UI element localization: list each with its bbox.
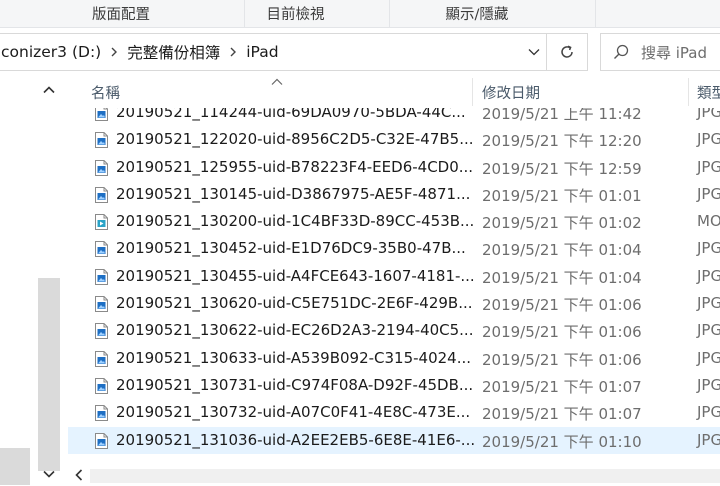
file-type: JPG [697,294,720,313]
ribbon-group-label: 顯示/隱藏 [445,7,509,23]
image-file-icon [95,405,108,422]
column-name[interactable]: 名稱 [91,76,471,108]
file-type: JPG [697,266,720,285]
image-file-icon [95,268,108,285]
ribbon-group-label: 目前檢視 [266,7,325,23]
image-file-icon [95,159,108,176]
file-row[interactable]: 20190521_130200-uid-1C4BF33D-89CC-453B..… [68,208,720,235]
file-modified-date: 2019/5/21 下午 01:06 [482,350,642,369]
column-date[interactable]: 修改日期 [482,76,682,108]
image-file-icon [95,432,108,449]
file-list[interactable]: 20190521_114244-uid-69DA0970-5BDA-44C...… [68,76,720,485]
file-type: JPG [697,130,720,149]
scroll-down-icon[interactable] [38,463,60,485]
file-row[interactable]: 20190521_125955-uid-B78223F4-EED6-4CD0..… [68,154,720,181]
image-file-icon [95,241,108,258]
breadcrumb-folder[interactable]: 完整備份相簿 [125,41,222,63]
search-input[interactable]: 搜尋 iPad [641,42,707,63]
address-dropdown-icon[interactable] [522,48,546,56]
file-type: JPG [697,430,720,449]
breadcrumb-chevron-icon[interactable] [103,47,125,57]
file-type: JPG [697,321,720,340]
file-type: JPG [697,403,720,422]
address-bar[interactable]: conizer3 (D:) 完整備份相簿 iPad [0,33,547,71]
scroll-left-icon[interactable] [68,464,90,486]
nav-scrollbar-thumb[interactable] [38,278,60,471]
file-name: 20190521_130731-uid-C974F08A-D92F-45DB..… [116,375,474,394]
ribbon-group-label: 版面配置 [92,7,150,23]
column-date-label: 修改日期 [482,85,540,102]
file-row[interactable]: 20190521_130633-uid-A539B092-C315-4024..… [68,345,720,372]
address-row: conizer3 (D:) 完整備份相簿 iPad 搜尋 iPad [0,28,720,76]
file-type: JPG [697,239,720,258]
ribbon-group-show-hide[interactable]: 顯示/隱藏 [389,0,596,27]
column-divider[interactable] [472,78,473,106]
ribbon-group-current-view[interactable]: 目前檢視 [244,0,390,27]
horizontal-scrollbar[interactable] [68,466,720,485]
file-name: 20190521_130145-uid-D3867975-AE5F-4871..… [116,184,471,203]
ribbon-group-layout[interactable]: 版面配置 [0,0,245,27]
file-name: 20190521_130200-uid-1C4BF33D-89CC-453B..… [116,212,475,231]
file-modified-date: 2019/5/21 下午 12:59 [482,159,642,178]
file-row[interactable]: 20190521_130622-uid-EC26D2A3-2194-40C5..… [68,317,720,344]
file-name: 20190521_130620-uid-C5E751DC-2E6F-429B..… [116,294,473,313]
file-name: 20190521_130622-uid-EC26D2A3-2194-40C5..… [116,321,474,340]
refresh-icon [561,45,573,58]
search-box[interactable]: 搜尋 iPad [600,33,720,71]
file-type: JPG [697,157,720,176]
file-row[interactable]: 20190521_131036-uid-A2EE2EB5-6E8E-41E6-.… [68,426,720,454]
file-modified-date: 2019/5/21 下午 01:04 [482,241,642,260]
file-row[interactable]: 20190521_130731-uid-C974F08A-D92F-45DB..… [68,372,720,399]
video-file-icon [95,214,108,231]
file-row[interactable]: 20190521_130145-uid-D3867975-AE5F-4871..… [68,181,720,208]
file-modified-date: 2019/5/21 下午 01:06 [482,296,642,315]
file-modified-date: 2019/5/21 下午 01:07 [482,377,642,396]
file-name: 20190521_125955-uid-B78223F4-EED6-4CD0..… [116,157,474,176]
file-row[interactable]: 20190521_122020-uid-8956C2D5-C32E-47B5..… [68,126,720,153]
file-modified-date: 2019/5/21 下午 01:01 [482,186,642,205]
image-file-icon [95,296,108,313]
column-type-label: 類型 [697,85,720,102]
image-file-icon [95,377,108,394]
file-type: JPG [697,348,720,367]
column-name-label: 名稱 [91,85,120,102]
ribbon-group-options[interactable] [595,0,720,27]
file-row[interactable]: 20190521_130452-uid-E1D76DC9-35B0-47B...… [68,235,720,262]
column-type[interactable]: 類型 [697,76,720,108]
file-type: MO [697,212,720,231]
file-name: 20190521_130633-uid-A539B092-C315-4024..… [116,348,472,367]
file-type: JPG [697,375,720,394]
scroll-up-icon[interactable] [38,79,60,101]
file-modified-date: 2019/5/21 下午 01:04 [482,268,642,287]
file-name: 20190521_131036-uid-A2EE2EB5-6E8E-41E6-.… [116,430,476,449]
ribbon-tabs: 版面配置 目前檢視 顯示/隱藏 [0,0,720,28]
nav-pane-edge [0,448,30,485]
file-rows: 20190521_114244-uid-69DA0970-5BDA-44C...… [68,99,720,454]
file-modified-date: 2019/5/21 下午 01:02 [482,214,642,233]
search-icon [601,43,641,61]
file-row[interactable]: 20190521_130455-uid-A4FCE643-1607-4181-.… [68,263,720,290]
file-modified-date: 2019/5/21 下午 01:07 [482,405,642,424]
breadcrumb-current[interactable]: iPad [244,43,280,61]
file-name: 20190521_130455-uid-A4FCE643-1607-4181-.… [116,266,475,285]
file-name: 20190521_130452-uid-E1D76DC9-35B0-47B... [116,239,466,258]
refresh-button[interactable] [547,33,588,71]
column-header: 名稱 修改日期 類型 [68,76,720,108]
file-type: JPG [697,184,720,203]
file-row[interactable]: 20190521_130620-uid-C5E751DC-2E6F-429B..… [68,290,720,317]
breadcrumb-chevron-icon[interactable] [222,47,244,57]
file-row[interactable]: 20190521_130732-uid-A07C0F41-4E8C-473E..… [68,399,720,426]
image-file-icon [95,186,108,203]
image-file-icon [95,350,108,367]
image-file-icon [95,323,108,340]
file-name: 20190521_122020-uid-8956C2D5-C32E-47B5..… [116,130,474,149]
image-file-icon [95,132,108,149]
breadcrumb-drive[interactable]: conizer3 (D:) [0,43,103,61]
file-modified-date: 2019/5/21 下午 12:20 [482,132,642,151]
file-modified-date: 2019/5/21 下午 01:06 [482,323,642,342]
horizontal-scrollbar-thumb[interactable] [90,469,720,483]
file-name: 20190521_130732-uid-A07C0F41-4E8C-473E..… [116,403,471,422]
file-modified-date: 2019/5/21 下午 01:10 [482,432,642,451]
column-divider[interactable] [688,78,689,106]
